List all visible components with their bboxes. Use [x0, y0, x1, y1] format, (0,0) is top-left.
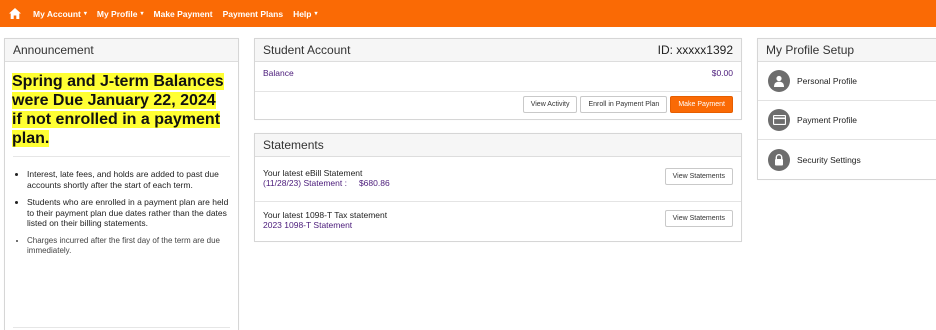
view-tax-statements-button[interactable]: View Statements: [664, 210, 733, 227]
nav-make-payment[interactable]: Make Payment: [154, 9, 213, 19]
balance-label: Balance: [263, 68, 294, 78]
payment-profile-link[interactable]: Payment Profile: [758, 101, 936, 140]
ebill-title: Your latest eBill Statement: [263, 168, 363, 178]
tax-statement-row: Your latest 1098-T Tax statement 2023 10…: [255, 202, 741, 230]
make-payment-button[interactable]: Make Payment: [670, 96, 733, 113]
chevron-down-icon: ▾: [140, 11, 144, 17]
profile-setup-panel: My Profile Setup Personal Profile Paymen…: [757, 38, 936, 180]
announcement-title: Spring and J-term Balances were Due Janu…: [12, 73, 224, 147]
nav-help[interactable]: Help ▾: [293, 9, 317, 19]
balance-value: $0.00: [711, 68, 733, 78]
announcement-panel: Announcement Spring and J-term Balances …: [4, 38, 239, 330]
divider: [13, 327, 230, 328]
divider: [13, 156, 230, 157]
statements-heading: Statements: [255, 134, 741, 157]
announcement-heading: Announcement: [5, 39, 238, 62]
profile-setup-heading: My Profile Setup: [758, 39, 936, 62]
home-icon[interactable]: [9, 8, 21, 20]
top-nav: My Account ▾ My Profile ▾ Make Payment Pay…: [0, 0, 936, 27]
nav-payment-plans[interactable]: Payment Plans: [223, 9, 283, 19]
person-icon: [768, 70, 790, 92]
security-settings-link[interactable]: Security Settings: [758, 140, 936, 179]
ebill-amount: $680.86: [358, 178, 390, 188]
ebill-statement-row: Your latest eBill Statement (11/28/23) S…: [255, 157, 741, 202]
student-account-heading: Student Account ID: xxxxx1392: [255, 39, 741, 62]
student-id: ID: xxxxx1392: [657, 43, 733, 57]
list-item: Students who are enrolled in a payment p…: [27, 197, 230, 229]
personal-profile-link[interactable]: Personal Profile: [758, 62, 936, 101]
announcement-list: Interest, late fees, and holds are added…: [27, 169, 230, 257]
balance-row: Balance $0.00: [255, 62, 741, 92]
account-actions: View Activity Enroll in Payment Plan Mak…: [255, 92, 741, 113]
list-item: Interest, late fees, and holds are added…: [27, 169, 230, 190]
view-activity-button[interactable]: View Activity: [522, 96, 578, 113]
card-icon: [768, 109, 790, 131]
enroll-payment-plan-button[interactable]: Enroll in Payment Plan: [580, 96, 668, 113]
tax-detail-link[interactable]: 2023 1098-T Statement: [263, 220, 387, 230]
chevron-down-icon: ▾: [314, 11, 318, 17]
list-item: Charges incurred after the first day of …: [27, 236, 230, 257]
statements-panel: Statements Your latest eBill Statement (…: [254, 133, 742, 242]
chevron-down-icon: ▾: [83, 11, 87, 17]
tax-title: Your latest 1098-T Tax statement: [263, 210, 388, 220]
student-account-panel: Student Account ID: xxxxx1392 Balance $0…: [254, 38, 742, 120]
view-ebill-statements-button[interactable]: View Statements: [664, 168, 733, 185]
nav-my-profile[interactable]: My Profile ▾: [97, 9, 144, 19]
lock-icon: [768, 148, 790, 171]
nav-my-account[interactable]: My Account ▾: [33, 9, 87, 19]
ebill-detail-link[interactable]: (11/28/23) Statement :: [263, 178, 347, 188]
